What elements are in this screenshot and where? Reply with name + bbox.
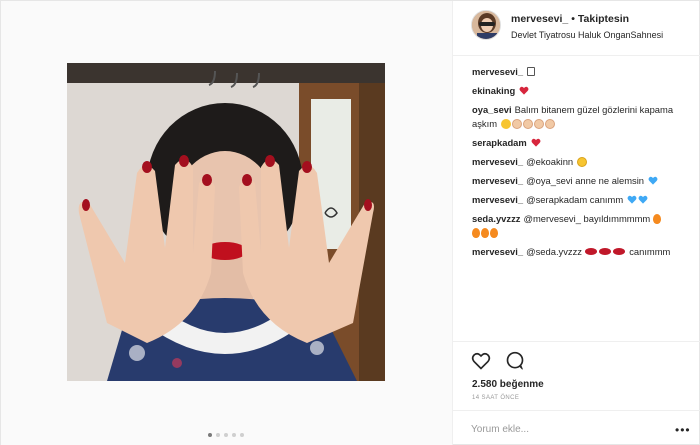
post-photo[interactable]: [67, 63, 385, 381]
comment-username[interactable]: oya_sevi: [472, 104, 512, 115]
comment-row: mervesevi_ @ekoakinn: [472, 155, 692, 169]
comment-emoji: [526, 66, 536, 77]
comment-row: ekinaking: [472, 84, 692, 98]
username-link[interactable]: mervesevi_: [511, 13, 568, 25]
comment-emoji: [530, 137, 541, 148]
post-header: mervesevi_ • Takiptesin Devlet Tiyatrosu H…: [453, 1, 700, 56]
comment-list: mervesevi_ ekinaking oya_sevi Balım bitanem…: [472, 65, 692, 264]
avatar[interactable]: [471, 10, 501, 40]
comment-emoji: [582, 246, 627, 257]
post-sidebar: mervesevi_ • Takiptesin Devlet Tiyatrosu H…: [453, 1, 700, 445]
carousel-indicator: [208, 433, 244, 437]
blue-heart-icon: [648, 176, 658, 185]
comment-text: canımmm: [626, 246, 671, 257]
comment-username[interactable]: serapkadam: [472, 137, 527, 148]
comment-row: mervesevi_ @seda.yvzzz canımmm: [472, 245, 692, 259]
add-comment-bar: •••: [453, 410, 700, 445]
comment-emoji: [573, 156, 587, 167]
blue-heart-icon: [627, 195, 637, 204]
comment-text: @seda.yvzzz: [526, 246, 582, 257]
location-link[interactable]: Devlet Tiyatrosu Haluk OnganSahnesi: [511, 30, 663, 40]
comment-row: seda.yvzzz @mervesevi_ bayıldımmmmm: [472, 212, 692, 240]
comment-row: mervesevi_: [472, 65, 692, 79]
comment-text: @oya_sevi anne ne alemsin: [526, 175, 645, 186]
pray-hands-icon: [522, 119, 533, 129]
comment-bubble-icon[interactable]: [505, 351, 525, 371]
comment-emoji: [623, 194, 648, 205]
comment-emoji: [518, 85, 529, 96]
comment-text: @ekoakinn: [526, 156, 574, 167]
red-heart-icon: [519, 86, 529, 95]
fire-icon: [481, 228, 489, 238]
white-square-icon: [527, 67, 536, 76]
lips-icon: [598, 248, 611, 255]
comment-username[interactable]: ekinaking: [472, 85, 515, 96]
carousel-dot[interactable]: [232, 433, 236, 437]
pray-hands-icon: [533, 119, 544, 129]
comment-username[interactable]: mervesevi_: [472, 66, 523, 77]
hugging-face-icon: [500, 119, 511, 129]
comment-emoji: [497, 118, 555, 129]
carousel-dot[interactable]: [216, 433, 220, 437]
blue-heart-icon: [638, 195, 648, 204]
comment-row: mervesevi_ @serapkadam canımm: [472, 193, 692, 207]
separator-dot: •: [571, 13, 575, 25]
comment-username[interactable]: mervesevi_: [472, 194, 523, 205]
like-heart-icon[interactable]: [471, 351, 491, 371]
comment-text: @mervesevi_ bayıldımmmmm: [523, 213, 651, 224]
fire-icon: [490, 228, 498, 238]
comment-row: mervesevi_ @oya_sevi anne ne alemsin: [472, 174, 692, 188]
red-heart-icon: [531, 138, 541, 147]
more-options-button[interactable]: •••: [675, 423, 691, 437]
comment-username[interactable]: mervesevi_: [472, 246, 523, 257]
laughing-face-icon: [576, 157, 587, 167]
lips-icon: [584, 248, 597, 255]
comment-row: serapkadam: [472, 136, 692, 150]
instagram-post: mervesevi_ • Takiptesin Devlet Tiyatrosu H…: [0, 0, 700, 445]
photo-illustration: [67, 63, 385, 381]
fire-icon: [472, 228, 480, 238]
carousel-dot[interactable]: [240, 433, 244, 437]
post-actions: 2.580 beğenme 14 SAAT ÖNCE: [453, 341, 700, 407]
header-user-line: mervesevi_ • Takiptesin: [511, 13, 629, 25]
pray-hands-icon: [544, 119, 555, 129]
lips-icon: [612, 248, 625, 255]
likes-count[interactable]: 2.580 beğenme: [472, 379, 544, 390]
pray-hands-icon: [511, 119, 522, 129]
media-pane: [1, 1, 453, 445]
follow-status[interactable]: Takiptesin: [578, 13, 629, 25]
comment-username[interactable]: mervesevi_: [472, 175, 523, 186]
comment-row: oya_sevi Balım bitanem güzel gözlerini ka…: [472, 103, 692, 131]
fire-icon: [652, 214, 661, 224]
comment-emoji: [644, 175, 658, 186]
carousel-dot[interactable]: [208, 433, 212, 437]
comment-input[interactable]: [471, 421, 661, 437]
comment-username[interactable]: seda.yvzzz: [472, 213, 520, 224]
comment-text: @serapkadam canımm: [526, 194, 624, 205]
comment-username[interactable]: mervesevi_: [472, 156, 523, 167]
carousel-dot[interactable]: [224, 433, 228, 437]
post-time: 14 SAAT ÖNCE: [472, 395, 520, 401]
